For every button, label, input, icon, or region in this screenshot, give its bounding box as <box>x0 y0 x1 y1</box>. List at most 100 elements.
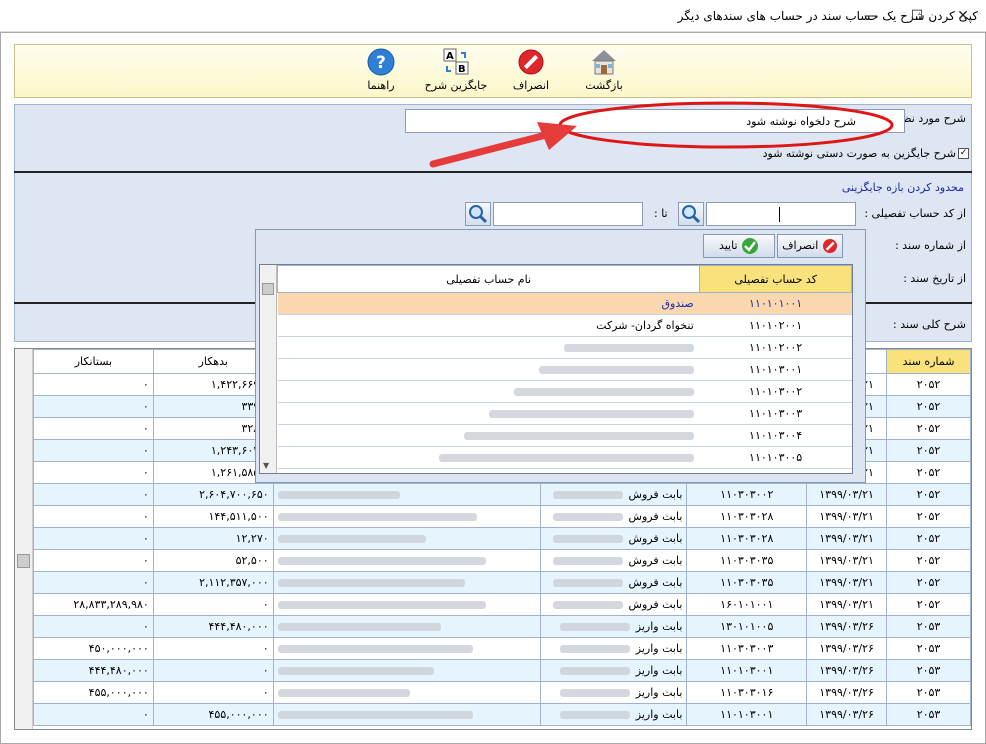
popup-row[interactable]: صندوق ۱۱۰۱۰۱۰۰۱ <box>278 293 852 315</box>
description-cell: بابت فروش <box>541 594 687 616</box>
popup-row[interactable]: ۱۱۰۱۰۲۰۰۲ <box>278 337 852 359</box>
maximize-button[interactable]: ☐ <box>894 0 940 32</box>
minimize-button[interactable]: — <box>848 0 894 32</box>
divider-top <box>14 171 972 173</box>
account-code-cell: ۱۱۰۳۰۳۰۱۶ <box>687 682 807 704</box>
highlight-ellipse <box>556 100 896 150</box>
replace-description-button[interactable]: A B جایگزین شرح <box>421 47 491 97</box>
popup-name-cell <box>278 403 700 425</box>
popup-name-cell <box>278 381 700 403</box>
range-title: محدود کردن بازه جایگزینی <box>842 181 964 194</box>
credit-cell: ۰ <box>34 616 154 638</box>
redacted-text <box>278 513 477 521</box>
redacted-text <box>278 667 434 675</box>
from-account-input[interactable] <box>706 202 856 226</box>
to-account-input[interactable] <box>493 202 643 226</box>
table-row[interactable]: ۲۸,۸۳۳,۲۸۹,۹۸۰ ۰ بابت فروش ۱۶۰۱۰۱۰۰۱ ۱۳۹۹/۰۳… <box>34 594 971 616</box>
popup-header-code[interactable]: کد حساب تفصیلی <box>700 266 852 293</box>
credit-cell: ۰ <box>34 704 154 726</box>
date-cell: ۱۳۹۹/۰۳/۲۶ <box>807 638 887 660</box>
magnifier-icon <box>679 203 703 225</box>
manual-description-checkbox[interactable]: ✓ <box>958 148 969 159</box>
description-cell: بابت واریز <box>541 638 687 660</box>
credit-cell: ۰ <box>34 374 154 396</box>
extra-cell <box>273 572 541 594</box>
popup-confirm-label: تایید <box>719 239 738 252</box>
grid-scrollbar[interactable] <box>15 349 33 729</box>
debit-cell: ۲,۱۱۲,۳۵۷,۰۰۰ <box>153 572 273 594</box>
scroll-down-icon[interactable]: ▼ <box>263 461 269 470</box>
date-cell: ۱۳۹۹/۰۳/۲۶ <box>807 660 887 682</box>
popup-scroll-thumb[interactable] <box>262 283 274 295</box>
popup-grid[interactable]: ▼ نام حساب تفصیلی کد حساب تفصیلی صندوق ۱۱… <box>259 264 853 474</box>
doc-no-cell: ۲۰۵۲ <box>887 550 971 572</box>
cancel-icon <box>516 47 546 77</box>
table-row[interactable]: ۰ ۴۵۵,۰۰۰,۰۰۰ بابت واریز ۱۱۰۱۰۳۰۰۱ ۱۳۹۹/۰۳/۲… <box>34 704 971 726</box>
help-label: راهنما <box>359 79 403 92</box>
popup-row[interactable]: ۱۱۰۱۰۳۰۰۳ <box>278 403 852 425</box>
close-button[interactable]: ✕ <box>940 0 986 32</box>
check-icon <box>741 237 759 255</box>
popup-code-cell: ۱۱۰۱۰۳۰۰۳ <box>700 403 852 425</box>
cancel-button[interactable]: انصراف <box>507 47 555 97</box>
redacted-text <box>560 689 630 697</box>
table-row[interactable]: ۴۵۰,۰۰۰,۰۰۰ ۰ بابت واریز ۱۱۰۳۰۳۰۰۳ ۱۳۹۹/۰۳/۲… <box>34 638 971 660</box>
popup-row[interactable]: ۱۱۰۱۰۳۰۰۲ <box>278 381 852 403</box>
doc-no-cell: ۲۰۵۳ <box>887 660 971 682</box>
general-doc-label: شرح کلی سند : <box>893 318 966 331</box>
from-doc-label: از شماره سند : <box>895 239 966 252</box>
popup-row[interactable]: ۱۱۰۱۰۳۰۰۵ <box>278 447 852 469</box>
popup-cancel-label: انصراف <box>782 239 818 252</box>
doc-no-cell: ۲۰۵۲ <box>887 594 971 616</box>
from-account-search-button[interactable] <box>678 202 704 226</box>
table-row[interactable]: ۰ ۱۴۴,۵۱۱,۵۰۰ بابت فروش ۱۱۰۳۰۳۰۲۸ ۱۳۹۹/۰۳/۲۱… <box>34 506 971 528</box>
popup-row[interactable]: ۱۱۰۱۰۳۰۰۴ <box>278 425 852 447</box>
redacted-text <box>564 344 694 352</box>
extra-cell <box>273 682 541 704</box>
header-credit[interactable]: بستانکار <box>34 350 154 374</box>
back-label: بازگشت <box>579 79 629 92</box>
help-button[interactable]: ? راهنما <box>359 47 403 97</box>
redacted-text <box>278 579 465 587</box>
table-row[interactable]: ۰ ۴۴۴,۴۸۰,۰۰۰ بابت واریز ۱۳۰۱۰۱۰۰۵ ۱۳۹۹/۰۳/۲… <box>34 616 971 638</box>
table-row[interactable]: ۰ ۲,۱۱۲,۳۵۷,۰۰۰ بابت فروش ۱۱۰۳۰۳۰۳۵ ۱۳۹۹/۰۳/… <box>34 572 971 594</box>
popup-table: نام حساب تفصیلی کد حساب تفصیلی صندوق ۱۱۰۱… <box>277 265 852 469</box>
popup-row[interactable]: تنخواه گردان- شرکت ۱۱۰۱۰۲۰۰۱ <box>278 315 852 337</box>
doc-no-cell: ۲۰۵۲ <box>887 374 971 396</box>
popup-cancel-button[interactable]: انصراف <box>777 234 843 258</box>
table-row[interactable]: ۰ ۱۲,۲۷۰ بابت فروش ۱۱۰۳۰۳۰۲۸ ۱۳۹۹/۰۳/۲۱ ۲۰۵۲ <box>34 528 971 550</box>
manual-description-label: شرح جایگزین به صورت دستی نوشته شود <box>763 147 956 160</box>
back-button[interactable]: بازگشت <box>579 47 629 97</box>
credit-cell: ۰ <box>34 462 154 484</box>
table-row[interactable]: ۴۴۴,۴۸۰,۰۰۰ ۰ بابت واریز ۱۱۰۱۰۳۰۰۱ ۱۳۹۹/۰۳/۲… <box>34 660 971 682</box>
popup-scrollbar[interactable]: ▼ <box>260 265 277 474</box>
redacted-text <box>553 579 623 587</box>
description-cell: بابت فروش <box>541 506 687 528</box>
account-code-cell: ۱۱۰۳۰۳۰۲۸ <box>687 528 807 550</box>
to-account-search-button[interactable] <box>465 202 491 226</box>
doc-no-cell: ۲۰۵۳ <box>887 704 971 726</box>
popup-name-cell: صندوق <box>278 293 700 315</box>
replace-ab-icon: A B <box>441 47 471 77</box>
description-cell: بابت فروش <box>541 572 687 594</box>
table-row[interactable]: ۰ ۵۲,۵۰۰ بابت فروش ۱۱۰۳۰۳۰۳۵ ۱۳۹۹/۰۳/۲۱ ۲۰۵۲ <box>34 550 971 572</box>
scroll-thumb[interactable] <box>17 554 30 568</box>
header-doc-no[interactable]: شماره سند <box>887 350 971 374</box>
popup-confirm-button[interactable]: تایید <box>703 234 775 258</box>
redacted-text <box>278 645 473 653</box>
redacted-text <box>560 711 630 719</box>
doc-no-cell: ۲۰۵۲ <box>887 572 971 594</box>
redacted-text <box>464 432 694 440</box>
popup-code-cell: ۱۱۰۱۰۳۰۰۵ <box>700 447 852 469</box>
table-row[interactable]: ۰ ۲,۶۰۴,۷۰۰,۶۵۰ بابت فروش ۱۱۰۳۰۳۰۰۲ ۱۳۹۹/۰۳/… <box>34 484 971 506</box>
popup-name-cell: تنخواه گردان- شرکت <box>278 315 700 337</box>
redacted-text <box>553 513 623 521</box>
popup-header-name[interactable]: نام حساب تفصیلی <box>278 266 700 293</box>
debit-cell: ۴۴۴,۴۸۰,۰۰۰ <box>153 616 273 638</box>
popup-row[interactable]: ۱۱۰۱۰۳۰۰۱ <box>278 359 852 381</box>
credit-cell: ۰ <box>34 418 154 440</box>
redacted-text <box>278 623 441 631</box>
extra-cell <box>273 594 541 616</box>
toolbar: بازگشت انصراف A B جایگزین شرح ? راهنما <box>14 44 972 98</box>
table-row[interactable]: ۴۵۵,۰۰۰,۰۰۰ ۰ بابت واریز ۱۱۰۳۰۳۰۱۶ ۱۳۹۹/۰۳/۲… <box>34 682 971 704</box>
